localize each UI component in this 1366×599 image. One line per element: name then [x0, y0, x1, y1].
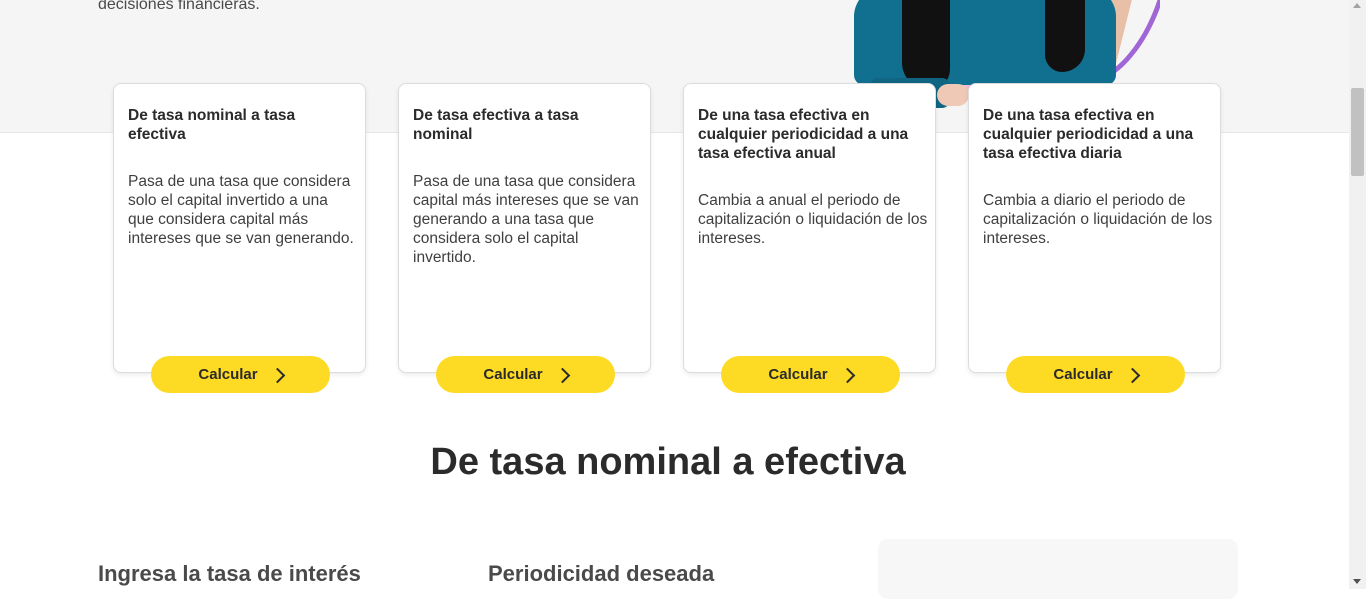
section-title: De tasa nominal a efectiva	[430, 441, 906, 483]
card-description: Cambia a anual el periodo de capitalizac…	[698, 192, 928, 247]
calculator-card-nominal-to-effective: De tasa nominal a tasa efectiva Pasa de …	[113, 83, 366, 373]
scrollbar-thumb[interactable]	[1351, 88, 1364, 176]
result-panel	[878, 539, 1238, 599]
scroll-down-arrow-icon[interactable]	[1353, 579, 1361, 584]
chevron-right-icon	[269, 367, 285, 383]
rate-input-label: Ingresa la tasa de interés	[98, 561, 361, 586]
card-title: De una tasa efectiva en cualquier period…	[698, 107, 909, 162]
chevron-right-icon	[1124, 367, 1140, 383]
chevron-right-icon	[839, 367, 855, 383]
calculator-card-effective-to-nominal: De tasa efectiva a tasa nominal Pasa de …	[398, 83, 651, 373]
hero-text: decisiones financieras.	[98, 0, 260, 13]
button-label: Calcular	[1053, 366, 1113, 383]
calculator-card-effective-to-daily: De una tasa efectiva en cualquier period…	[968, 83, 1221, 373]
card-description: Pasa de una tasa que considera solo el c…	[128, 173, 354, 247]
card-description: Cambia a diario el periodo de capitaliza…	[983, 192, 1213, 247]
card-title: De una tasa efectiva en cualquier period…	[983, 107, 1194, 162]
calculator-card-effective-to-annual: De una tasa efectiva en cualquier period…	[683, 83, 936, 373]
page-scrollbar[interactable]	[1349, 0, 1366, 589]
calculate-button-effective-to-daily[interactable]: Calcular	[1006, 356, 1185, 393]
calculate-button-nominal-to-effective[interactable]: Calcular	[151, 356, 330, 393]
card-title: De tasa nominal a tasa efectiva	[128, 107, 296, 143]
card-title: De tasa efectiva a tasa nominal	[413, 107, 579, 143]
calculate-button-effective-to-nominal[interactable]: Calcular	[436, 356, 615, 393]
button-label: Calcular	[768, 366, 828, 383]
button-label: Calcular	[198, 366, 258, 383]
scroll-up-arrow-icon[interactable]	[1353, 3, 1361, 8]
calculate-button-effective-to-annual[interactable]: Calcular	[721, 356, 900, 393]
card-description: Pasa de una tasa que considera capital m…	[413, 173, 639, 266]
chevron-right-icon	[554, 367, 570, 383]
button-label: Calcular	[483, 366, 543, 383]
period-select-label: Periodicidad deseada	[488, 561, 715, 586]
